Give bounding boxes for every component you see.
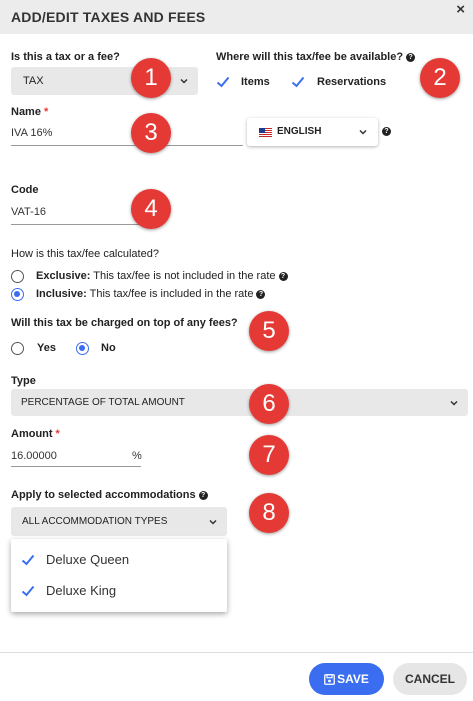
- annotation-badge: 1: [131, 58, 171, 98]
- annotation-badge: 8: [249, 493, 289, 533]
- inclusive-text: Inclusive: This tax/fee is included in t…: [36, 288, 266, 300]
- language-select[interactable]: ENGLISH: [247, 118, 378, 146]
- accommodations-select[interactable]: ALL ACCOMMODATION TYPES: [11, 507, 227, 536]
- items-label: Items: [241, 76, 270, 88]
- annotation-badge: 7: [249, 435, 289, 475]
- accommodation-option-label: Deluxe Queen: [46, 552, 130, 567]
- amount-label: Amount *: [11, 428, 60, 440]
- code-value: VAT-16: [11, 206, 47, 218]
- accommodation-option-label: Deluxe King: [46, 583, 117, 598]
- us-flag-icon: [259, 128, 272, 137]
- type-value: PERCENTAGE OF TOTAL AMOUNT: [21, 397, 185, 408]
- code-field[interactable]: VAT-16: [11, 203, 146, 225]
- items-checkbox[interactable]: [216, 76, 230, 88]
- no-radio[interactable]: [76, 342, 89, 355]
- no-label: No: [101, 342, 116, 354]
- cancel-button[interactable]: CANCEL: [393, 663, 467, 695]
- annotation-badge: 4: [131, 189, 171, 229]
- footer-divider: [0, 652, 473, 653]
- amount-value: 16.00000: [11, 450, 57, 462]
- accommodations-dropdown: Deluxe Queen Deluxe King: [11, 539, 227, 612]
- inclusive-radio[interactable]: [11, 288, 24, 301]
- annotation-badge: 6: [249, 384, 289, 424]
- check-icon: [21, 585, 35, 597]
- save-icon: [324, 674, 335, 685]
- percent-unit: %: [132, 450, 142, 462]
- name-field[interactable]: IVA 16%: [11, 124, 243, 146]
- chevron-down-icon: [179, 76, 189, 86]
- yes-label: Yes: [37, 342, 56, 354]
- name-label: Name *: [11, 106, 49, 118]
- type-select[interactable]: PERCENTAGE OF TOTAL AMOUNT: [11, 389, 468, 416]
- code-label: Code: [11, 184, 39, 196]
- help-icon[interactable]: ?: [406, 53, 416, 62]
- tax-or-fee-value: TAX: [23, 75, 44, 87]
- annotation-badge: 3: [131, 113, 171, 153]
- help-icon[interactable]: ?: [278, 272, 288, 281]
- save-label: SAVE: [337, 672, 369, 686]
- chevron-down-icon: [358, 127, 368, 137]
- exclusive-radio[interactable]: [11, 270, 24, 283]
- reservations-label: Reservations: [317, 76, 387, 88]
- dialog-header: ADD/EDIT TAXES AND FEES ×: [0, 0, 473, 34]
- availability-label: Where will this tax/fee be available??: [216, 51, 416, 63]
- exclusive-text: Exclusive: This tax/fee is not included …: [36, 270, 288, 282]
- help-icon[interactable]: ?: [256, 290, 266, 299]
- language-value: ENGLISH: [277, 126, 322, 137]
- check-icon: [21, 554, 35, 566]
- chevron-down-icon: [449, 398, 459, 408]
- amount-field[interactable]: 16.00000 %: [11, 446, 142, 467]
- type-label: Type: [11, 375, 36, 387]
- chevron-down-icon: [208, 517, 218, 527]
- name-value: IVA 16%: [11, 127, 53, 139]
- accommodation-option[interactable]: Deluxe Queen: [11, 544, 227, 574]
- reservations-checkbox[interactable]: [291, 76, 305, 88]
- close-icon[interactable]: ×: [456, 1, 465, 18]
- accommodation-option[interactable]: Deluxe King: [11, 575, 227, 605]
- dialog-title: ADD/EDIT TAXES AND FEES: [11, 9, 206, 25]
- accommodations-label: Apply to selected accommodations?: [11, 489, 208, 501]
- on-top-label: Will this tax be charged on top of any f…: [11, 317, 238, 329]
- save-button[interactable]: SAVE: [309, 663, 384, 695]
- yes-radio[interactable]: [11, 342, 24, 355]
- language-help-icon[interactable]: ?: [382, 127, 391, 136]
- cancel-label: CANCEL: [405, 672, 455, 686]
- help-icon[interactable]: ?: [198, 491, 208, 500]
- tax-or-fee-label: Is this a tax or a fee?: [11, 51, 120, 63]
- accommodations-value: ALL ACCOMMODATION TYPES: [22, 516, 168, 527]
- calculation-label: How is this tax/fee calculated?: [11, 248, 159, 260]
- annotation-badge: 5: [249, 311, 289, 351]
- annotation-badge: 2: [420, 58, 460, 98]
